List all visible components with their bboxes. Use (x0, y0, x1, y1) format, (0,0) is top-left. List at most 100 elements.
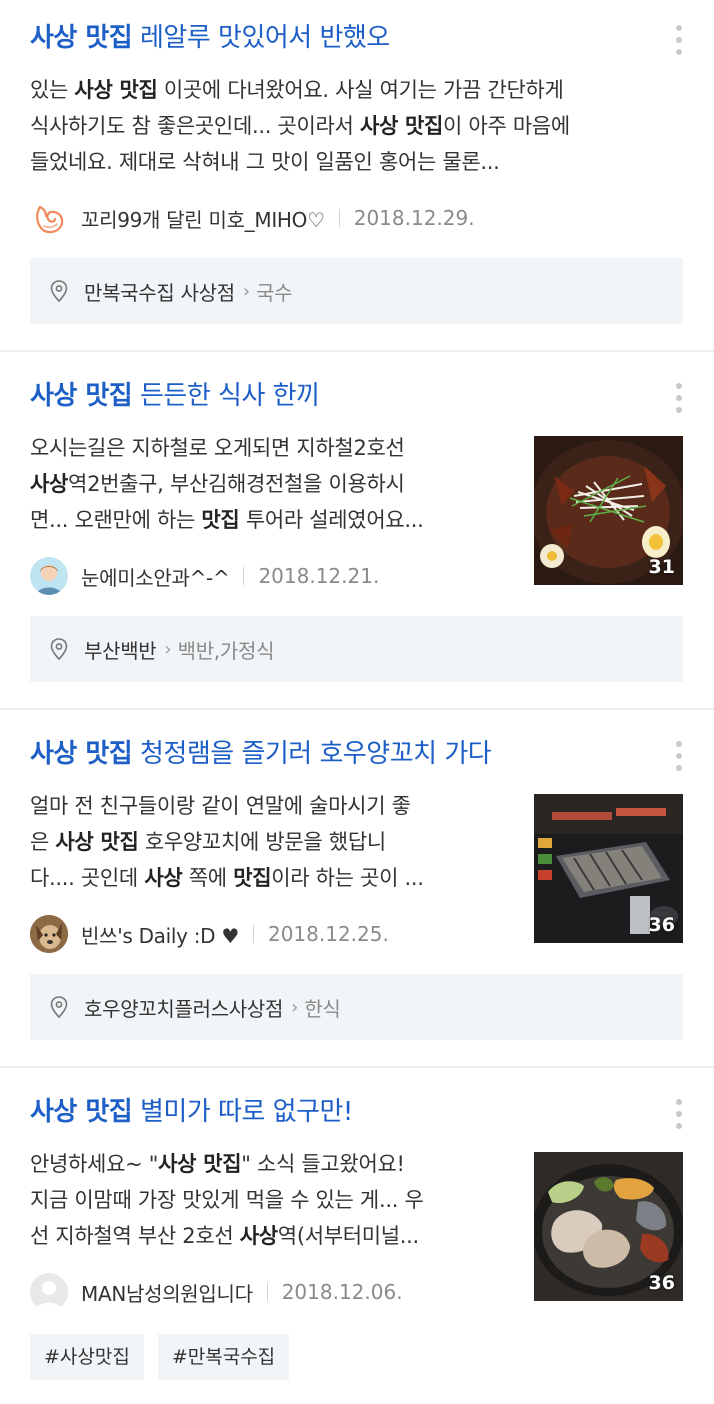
snippet-text: 역(서부터미널... (277, 1224, 419, 1248)
location-pin-icon (50, 280, 68, 302)
snippet-line: 사상역2번출구, 부산김해경전철을 이용하시 (30, 466, 424, 502)
highlighted-keyword: 사상 맛집 (359, 114, 444, 138)
card-divider (0, 708, 714, 710)
result-card-3[interactable]: 사상 맛집 청정램을 즐기러 호우양꼬치 가다 얼마 전 친구들이랑 같이 연말… (0, 716, 714, 1066)
more-options-icon[interactable] (666, 1096, 692, 1132)
highlighted-keyword: 사상 맛집 (158, 1152, 242, 1176)
snippet-line: 식사하기도 참 좋은곳인데... 곳이라서 사상 맛집이 아주 마음에 (30, 108, 570, 144)
highlighted-keyword: 사상 맛집 (74, 78, 158, 102)
snippet-line: 다.... 곳인데 사상 쪽에 맛집이라 하는 곳이 ... (30, 860, 424, 896)
author-name[interactable]: 눈에미소안과^-^ (81, 562, 230, 591)
result-title[interactable]: 사상 맛집 별미가 따로 없구만! (30, 1092, 353, 1132)
result-snippet[interactable]: 오시는길은 지하철로 오게되면 지하철2호선사상역2번출구, 부산김해경전철을 … (30, 430, 424, 538)
more-options-icon[interactable] (666, 22, 692, 58)
snippet-text: 이 아주 마음에 (443, 114, 570, 138)
snippet-text: 투어라 설레였어요... (239, 508, 424, 532)
post-date: 2018.12.21. (258, 564, 380, 588)
author-info: 빈쓰's Daily :D ♥ 2018.12.25. (30, 915, 389, 953)
place-info[interactable]: 만복국수집 사상점 › 국수 (30, 258, 683, 324)
snippet-text: 식사하기도 참 좋은곳인데... 곳이라서 (30, 114, 360, 138)
card-divider (0, 350, 714, 352)
snippet-text: 쪽에 (182, 866, 234, 890)
divider (252, 925, 254, 943)
post-date: 2018.12.25. (267, 922, 389, 946)
snippet-text: " 소식 들고왔어요! (241, 1152, 405, 1176)
result-snippet[interactable]: 있는 사상 맛집 이곳에 다녀왔어요. 사실 여기는 가끔 간단하게 식사하기도 … (30, 72, 570, 180)
author-name[interactable]: MAN남성의원입니다 (81, 1278, 253, 1307)
place-info[interactable]: 호우양꼬치플러스사상점 › 한식 (30, 974, 683, 1040)
place-name[interactable]: 만복국수집 사상점 (84, 277, 235, 306)
post-date: 2018.12.06. (281, 1280, 403, 1304)
snippet-text: 역2번출구, 부산김해경전철을 이용하시 (68, 472, 405, 496)
fox-logo-icon[interactable] (30, 199, 68, 237)
snippet-line: 은 사상 맛집 호우양꼬치에 방문을 했답니 (30, 824, 424, 860)
more-options-icon[interactable] (666, 738, 692, 774)
result-snippet[interactable]: 얼마 전 친구들이랑 같이 연말에 술마시기 좋은 사상 맛집 호우양꼬치에 방… (30, 788, 424, 896)
author-info: MAN남성의원입니다 2018.12.06. (30, 1273, 403, 1311)
snippet-line: 선 지하철역 부산 2호선 사상역(서부터미널... (30, 1218, 423, 1254)
default-avatar-icon[interactable] (30, 1273, 68, 1311)
snippet-line: 면... 오랜만에 하는 맛집 투어라 설레였어요... (30, 502, 424, 538)
snippet-text: 이라 하는 곳이 ... (271, 866, 424, 890)
post-thumbnail[interactable]: 36 (534, 1152, 683, 1301)
result-title[interactable]: 사상 맛집 청정램을 즐기러 호우양꼬치 가다 (30, 734, 492, 774)
post-date: 2018.12.29. (353, 206, 475, 230)
tag-list: #사상맛집 #만복국수집 (30, 1334, 303, 1380)
highlighted-keyword: 사상 (144, 866, 183, 890)
snippet-text: 이곳에 다녀왔어요. 사실 여기는 가끔 간단하게 (157, 78, 564, 102)
result-snippet[interactable]: 안녕하세요~ "사상 맛집" 소식 들고왔어요! 지금 이맘때 가장 맛있게 먹을… (30, 1146, 424, 1254)
post-thumbnail[interactable]: 31 (534, 436, 683, 585)
snippet-line: 안녕하세요~ "사상 맛집" 소식 들고왔어요! (30, 1146, 423, 1182)
snippet-text: 안녕하세요~ " (30, 1152, 159, 1176)
snippet-line: 오시는길은 지하철로 오게되면 지하철2호선 (30, 430, 424, 466)
card-divider (0, 1066, 714, 1068)
dog-avatar-icon[interactable] (30, 915, 68, 953)
snippet-line: 있는 사상 맛집 이곳에 다녀왔어요. 사실 여기는 가끔 간단하게 (30, 72, 570, 108)
snippet-text: 면... 오랜만에 하는 (30, 508, 202, 532)
snippet-text: 들었네요. 제대로 삭혀내 그 맛이 일품인 홍어는 물론... (30, 150, 500, 174)
snippet-text: 얼마 전 친구들이랑 같이 연말에 술마시기 좋 (30, 794, 411, 818)
divider (266, 1283, 268, 1301)
author-name[interactable]: 꼬리99개 달린 미호_MIHO♡ (81, 204, 325, 233)
more-options-icon[interactable] (666, 380, 692, 416)
place-category: 한식 (304, 996, 341, 1021)
highlighted-keyword: 사상 (30, 472, 69, 496)
snippet-text: 호우양꼬치에 방문을 했답니 (138, 830, 386, 854)
snippet-text: 다.... 곳인데 (30, 866, 145, 890)
place-category: 국수 (256, 280, 293, 305)
highlighted-keyword: 사상 맛집 (55, 830, 139, 854)
hashtag[interactable]: #만복국수집 (157, 1334, 290, 1380)
snippet-line: 지금 이맘때 가장 맛있게 먹을 수 있는 게... 우 (30, 1182, 424, 1218)
author-info: 꼬리99개 달린 미호_MIHO♡ 2018.12.29. (30, 199, 475, 237)
result-card-4[interactable]: 사상 맛집 별미가 따로 없구만! 안녕하세요~ "사상 맛집" 소식 들고왔어… (0, 1074, 714, 1404)
location-pin-icon (50, 638, 68, 660)
hashtag[interactable]: #사상맛집 (30, 1334, 144, 1380)
result-title[interactable]: 사상 맛집 든든한 식사 한끼 (30, 376, 320, 416)
result-title[interactable]: 사상 맛집 레알루 맛있어서 반했오 (30, 18, 390, 58)
snippet-line: 얼마 전 친구들이랑 같이 연말에 술마시기 좋 (30, 788, 424, 824)
place-category: 백반,가정식 (177, 638, 275, 663)
photo-count: 36 (648, 1272, 675, 1294)
snippet-text: 있는 (30, 78, 75, 102)
chevron-right-icon: › (291, 996, 299, 1018)
location-pin-icon (50, 996, 68, 1018)
snippet-text: 지금 이맘때 가장 맛있게 먹을 수 있는 게... 우 (30, 1188, 424, 1212)
place-name[interactable]: 부산백반 (84, 635, 157, 664)
author-name[interactable]: 빈쓰's Daily :D ♥ (81, 920, 239, 949)
result-card-2[interactable]: 사상 맛집 든든한 식사 한끼 오시는길은 지하철로 오게되면 지하철2호선사상… (0, 358, 714, 708)
result-card-1[interactable]: 사상 맛집 레알루 맛있어서 반했오 있는 사상 맛집 이곳에 다녀왔어요. 사… (0, 0, 714, 350)
divider (338, 209, 340, 227)
place-info[interactable]: 부산백반 › 백반,가정식 (30, 616, 683, 682)
highlighted-keyword: 맛집 (233, 866, 272, 890)
snippet-text: 오시는길은 지하철로 오게되면 지하철2호선 (30, 436, 405, 460)
chevron-right-icon: › (242, 280, 251, 302)
person-avatar-icon[interactable] (30, 557, 68, 595)
chevron-right-icon: › (164, 638, 172, 660)
photo-count: 31 (648, 556, 675, 578)
snippet-line: 들었네요. 제대로 삭혀내 그 맛이 일품인 홍어는 물론... (30, 144, 570, 180)
place-name[interactable]: 호우양꼬치플러스사상점 (84, 993, 283, 1022)
snippet-text: 은 (30, 830, 56, 854)
highlighted-keyword: 맛집 (201, 508, 240, 532)
post-thumbnail[interactable]: 36 (534, 794, 683, 943)
photo-count: 36 (648, 914, 675, 936)
